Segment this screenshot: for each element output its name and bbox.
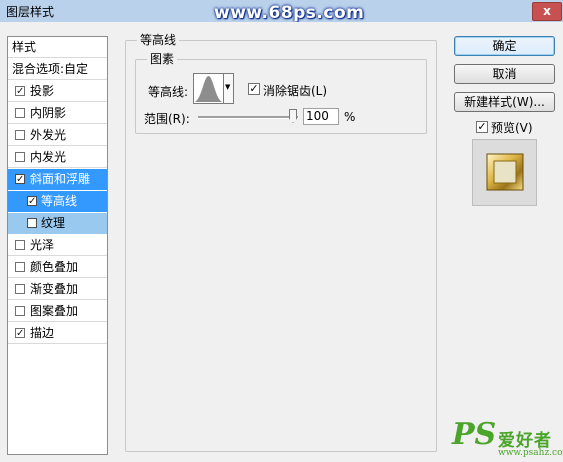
style-item-label: 图案叠加 xyxy=(30,304,79,318)
style-item-checkbox[interactable]: ✓ xyxy=(15,174,25,185)
anti-alias-label: 消除锯齿(L) xyxy=(263,84,328,98)
style-item[interactable]: ✓ 描边 xyxy=(8,323,107,344)
preview-checkbox[interactable]: ✓ xyxy=(476,121,488,133)
style-item-checkbox[interactable]: ✓ xyxy=(27,196,37,207)
style-item-label: 外发光 xyxy=(30,128,67,142)
style-item-checkbox[interactable] xyxy=(15,130,25,140)
style-item[interactable]: 渐变叠加 xyxy=(8,279,107,300)
style-item[interactable]: ✓ 斜面和浮雕 xyxy=(8,169,107,190)
style-item[interactable]: 颜色叠加 xyxy=(8,257,107,278)
anti-alias-checkbox[interactable]: ✓ xyxy=(248,83,260,95)
style-item-label: 描边 xyxy=(30,326,55,340)
style-item-checkbox[interactable] xyxy=(15,306,25,316)
style-item[interactable]: 外发光 xyxy=(8,125,107,146)
style-list: 样式 混合选项:自定 ✓ 投影内阴影外发光内发光 ✓ 斜面和浮雕 ✓ 等高线纹理光泽颜色叠… xyxy=(7,36,108,455)
style-item-label: 斜面和浮雕 xyxy=(30,172,91,186)
style-item-checkbox[interactable] xyxy=(15,108,25,118)
style-preview xyxy=(472,139,537,206)
style-item[interactable]: 光泽 xyxy=(8,235,107,256)
style-item[interactable]: 图案叠加 xyxy=(8,301,107,322)
range-slider-track[interactable] xyxy=(198,116,298,119)
watermark-text: www.68ps.com xyxy=(214,3,365,23)
contour-label: 等高线: xyxy=(148,85,189,99)
style-item-label: 内阴影 xyxy=(30,106,67,120)
close-button[interactable]: x xyxy=(532,2,562,21)
elements-group-title: 图素 xyxy=(147,52,178,66)
blend-options-label: 混合选项:自定 xyxy=(12,62,89,76)
style-item-label: 等高线 xyxy=(41,194,78,208)
range-label: 范围(R): xyxy=(144,112,190,126)
style-item-label: 颜色叠加 xyxy=(30,260,79,274)
range-unit: % xyxy=(344,110,356,124)
preview-label: 预览(V) xyxy=(491,121,533,135)
title-bar: 图层样式 www.68ps.com x xyxy=(0,0,563,23)
style-item-checkbox[interactable]: ✓ xyxy=(15,86,25,97)
contour-picker[interactable] xyxy=(193,73,224,104)
style-list-header-label: 样式 xyxy=(12,40,37,54)
window-title: 图层样式 xyxy=(6,5,55,19)
dropdown-arrow-icon: ▼ xyxy=(225,83,231,91)
blend-options-item[interactable]: 混合选项:自定 xyxy=(8,59,107,80)
style-list-header[interactable]: 样式 xyxy=(8,37,107,58)
new-style-button[interactable]: 新建样式(W)... xyxy=(454,92,555,112)
style-item-checkbox[interactable] xyxy=(15,284,25,294)
cancel-button[interactable]: 取消 xyxy=(454,64,555,84)
style-item-label: 光泽 xyxy=(30,238,55,252)
style-item[interactable]: ✓ 等高线 xyxy=(8,191,107,212)
logo-ps-text: PS xyxy=(452,417,497,452)
style-item-checkbox[interactable] xyxy=(27,218,37,228)
style-item[interactable]: 内阴影 xyxy=(8,103,107,124)
style-item-checkbox[interactable]: ✓ xyxy=(15,328,25,339)
style-item[interactable]: 内发光 xyxy=(8,147,107,168)
logo-url-text: www.psahz.com xyxy=(498,448,563,458)
preview-thumbnail-icon xyxy=(473,140,536,205)
ok-button[interactable]: 确定 xyxy=(454,36,555,56)
style-item-label: 渐变叠加 xyxy=(30,282,79,296)
style-item[interactable]: ✓ 投影 xyxy=(8,81,107,102)
style-item-label: 投影 xyxy=(30,84,55,98)
style-item[interactable]: 纹理 xyxy=(8,213,107,234)
style-item-checkbox[interactable] xyxy=(15,152,25,162)
contour-curve-icon xyxy=(195,76,222,102)
contour-group-title: 等高线 xyxy=(137,33,180,47)
style-item-checkbox[interactable] xyxy=(15,240,25,250)
contour-dropdown-button[interactable]: ▼ xyxy=(224,73,234,104)
range-value-input[interactable]: 100 xyxy=(303,108,339,125)
style-item-checkbox[interactable] xyxy=(15,262,25,272)
style-item-label: 纹理 xyxy=(41,216,66,230)
style-item-label: 内发光 xyxy=(30,150,67,164)
